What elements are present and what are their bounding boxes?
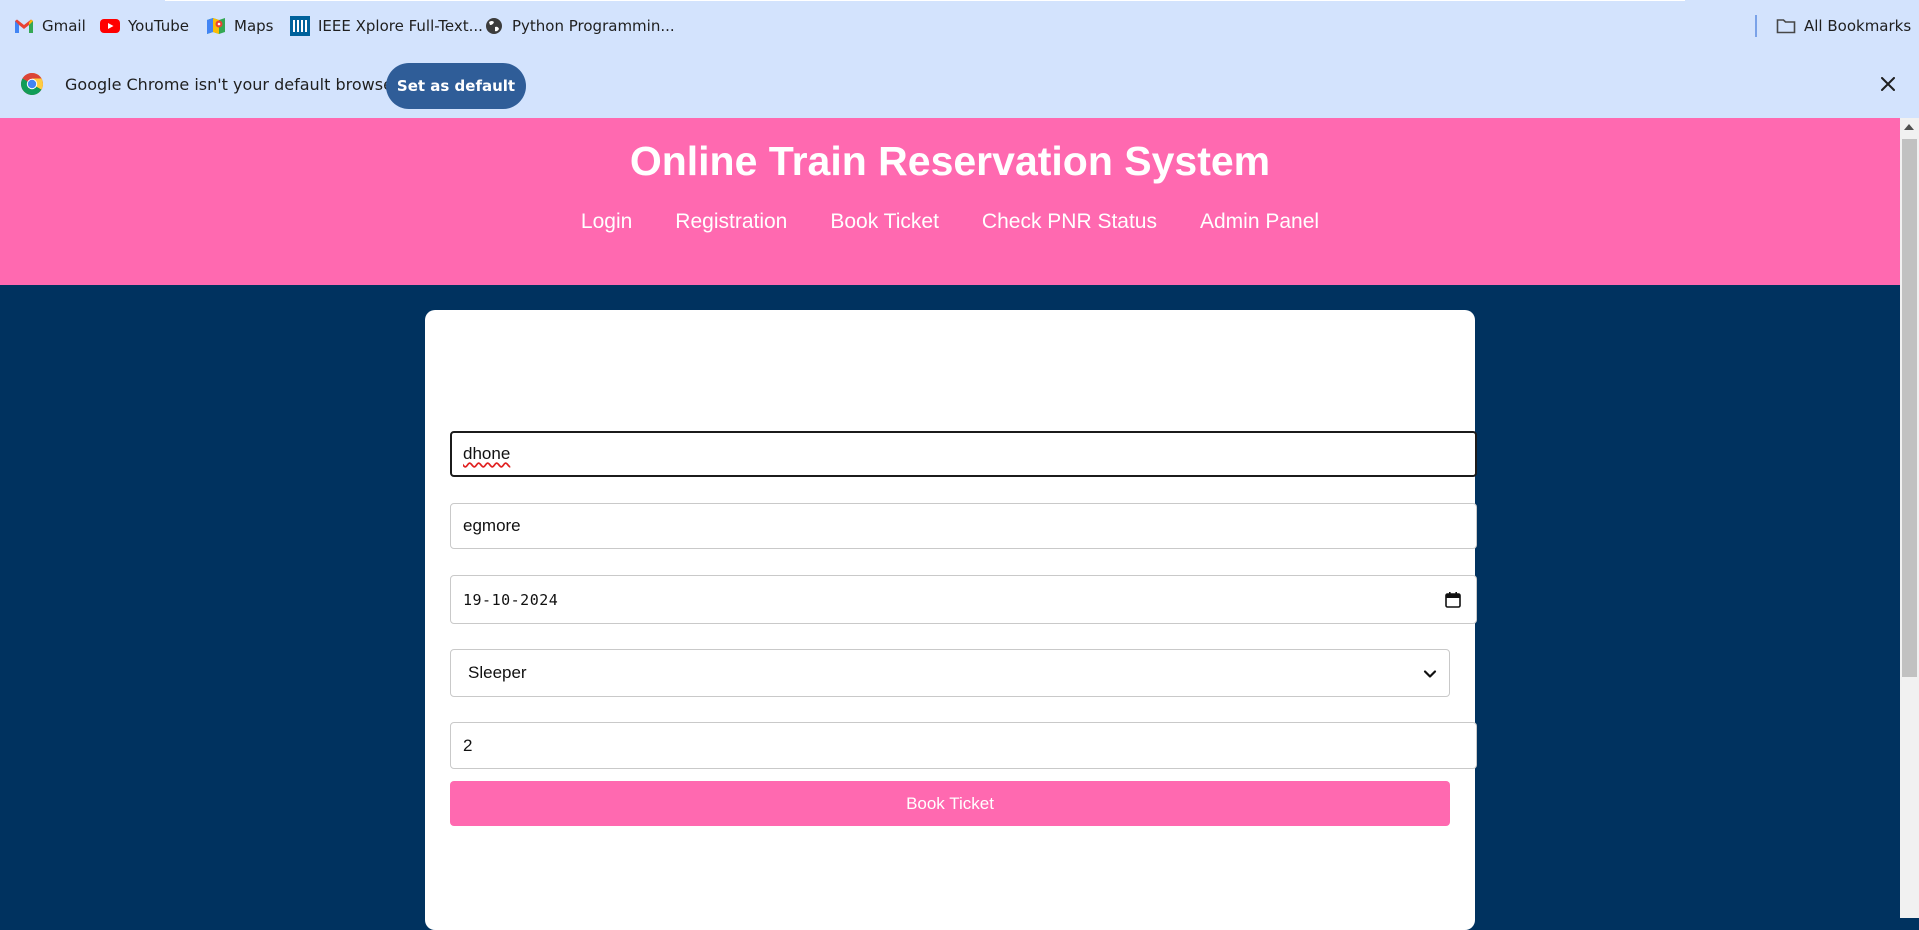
passengers-input[interactable]: 2 [450, 722, 1477, 769]
class-select-value: Sleeper [468, 663, 527, 682]
nav-registration[interactable]: Registration [675, 210, 787, 234]
maps-icon [206, 16, 226, 36]
close-icon[interactable] [1876, 72, 1900, 96]
gmail-icon [14, 16, 34, 36]
bookmark-youtube[interactable]: YouTube [100, 15, 189, 37]
all-bookmarks-button[interactable]: All Bookmarks [1776, 15, 1911, 37]
nav-admin-panel[interactable]: Admin Panel [1200, 210, 1319, 234]
bookmarks-bar: Gmail YouTube Maps IEEE Xplore Full-Text… [0, 0, 1919, 52]
journey-date-input[interactable]: 19-10-2024 [450, 575, 1477, 624]
book-ticket-button[interactable]: Book Ticket [450, 781, 1450, 826]
chevron-down-icon [1423, 666, 1437, 680]
bookmark-gmail[interactable]: Gmail [14, 15, 86, 37]
scroll-up-arrow-icon[interactable] [1904, 124, 1914, 130]
bookmark-label: Python Programmin... [512, 17, 675, 35]
calendar-icon[interactable] [1444, 591, 1462, 609]
bookmark-label: IEEE Xplore Full-Text... [318, 17, 483, 35]
site-header: Online Train Reservation System Login Re… [0, 118, 1900, 285]
page-title: Online Train Reservation System [629, 138, 1271, 184]
bookmarks-separator [1755, 15, 1757, 37]
nav-login[interactable]: Login [581, 210, 632, 234]
main-nav: Login Registration Book Ticket Check PNR… [0, 210, 1900, 234]
class-select[interactable]: Sleeper [450, 649, 1450, 697]
from-station-input[interactable]: dhone [450, 431, 1477, 477]
chrome-logo-icon [20, 72, 44, 96]
passengers-value: 2 [463, 735, 473, 755]
from-station-value: dhone [463, 444, 511, 463]
bookmark-python[interactable]: Python Programmin... [484, 15, 675, 37]
globe-icon [484, 16, 504, 36]
set-as-default-button[interactable]: Set as default [386, 63, 526, 109]
default-browser-infobar: Google Chrome isn't your default browser… [0, 52, 1919, 118]
nav-check-pnr-status[interactable]: Check PNR Status [982, 210, 1157, 234]
ieee-icon [290, 16, 310, 36]
tab-strip-edge [165, 0, 1685, 1]
bookmark-label: YouTube [128, 17, 189, 35]
bookmark-label: Maps [234, 17, 274, 35]
youtube-icon [100, 16, 120, 36]
all-bookmarks-label: All Bookmarks [1804, 17, 1912, 35]
journey-date-value: 19-10-2024 [463, 590, 559, 609]
nav-book-ticket[interactable]: Book Ticket [830, 210, 939, 234]
bookmark-maps[interactable]: Maps [206, 15, 273, 37]
bookmark-ieee[interactable]: IEEE Xplore Full-Text... [290, 15, 483, 37]
bookmark-label: Gmail [42, 17, 86, 35]
to-station-input[interactable]: egmore [450, 503, 1477, 549]
folder-icon [1776, 16, 1796, 36]
scrollbar-thumb[interactable] [1902, 139, 1917, 677]
infobar-message: Google Chrome isn't your default browser [65, 75, 400, 94]
to-station-value: egmore [463, 516, 521, 535]
